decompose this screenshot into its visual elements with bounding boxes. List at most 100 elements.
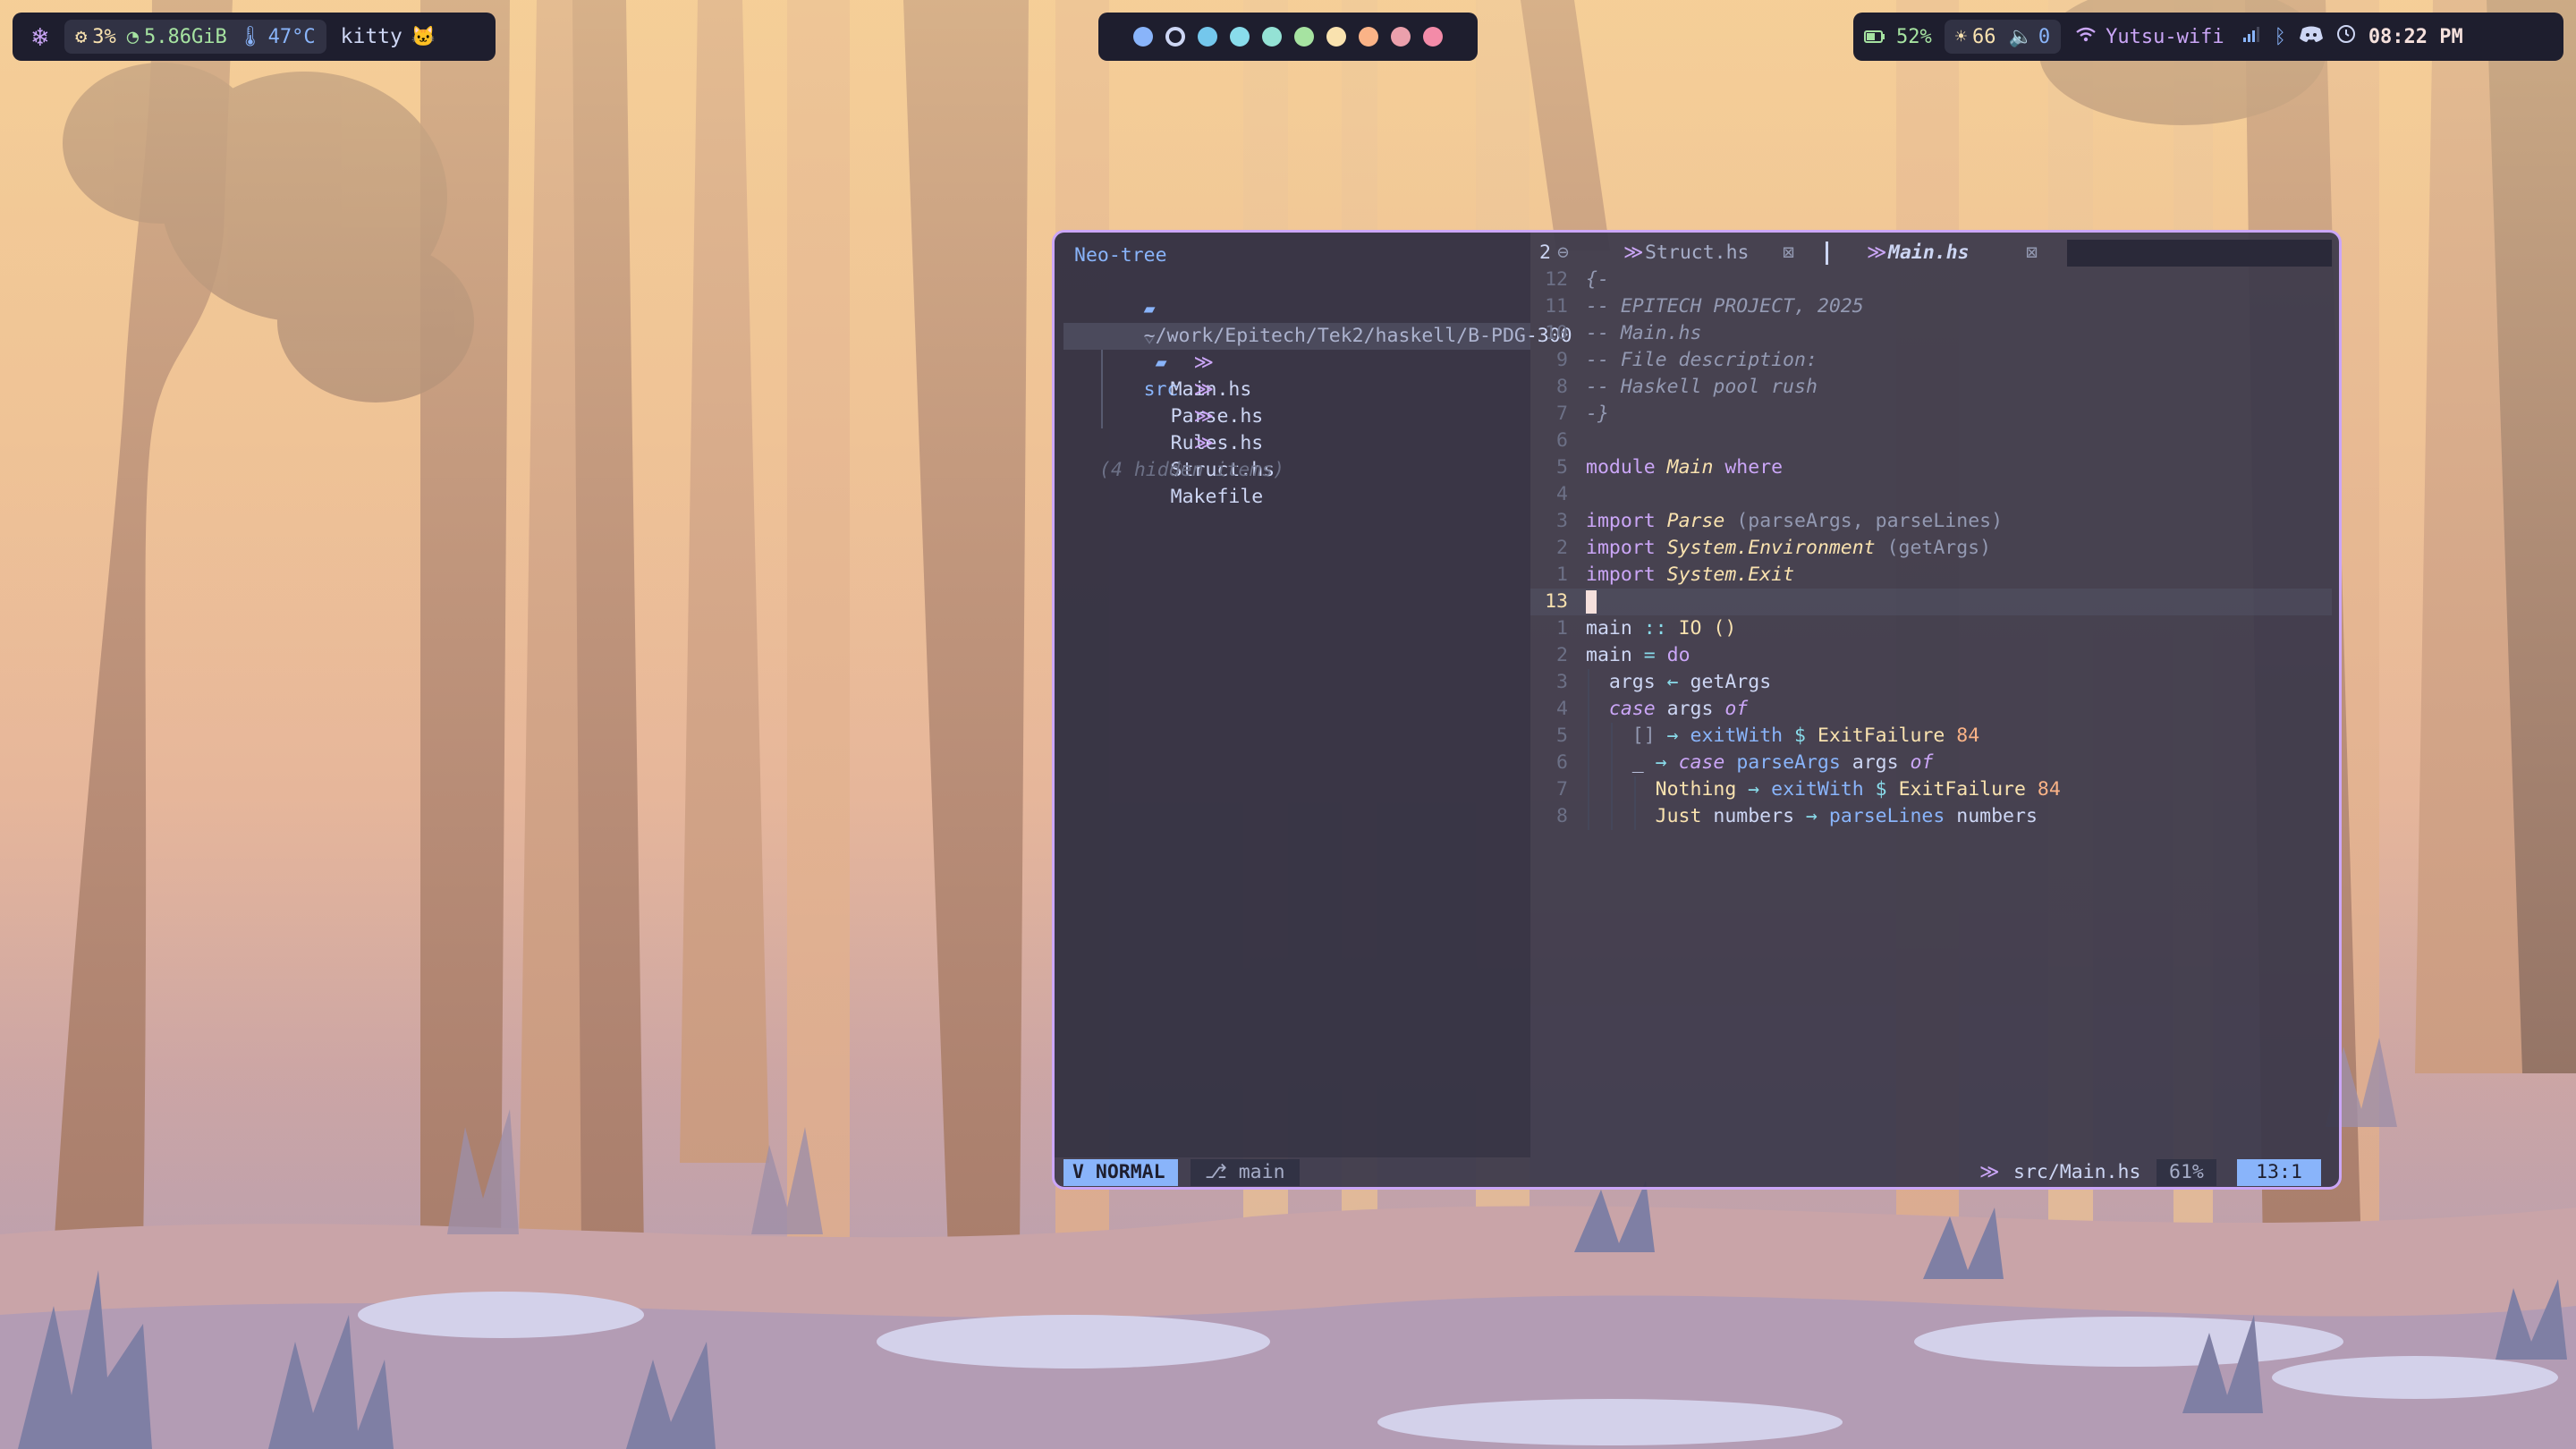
system-stats: ⚙ 3% ◔ 5.86GiB 🌡 47°C (64, 20, 326, 54)
kitty-terminal-window[interactable]: Neo-tree ▰ ~/work/Epitech/Tek2/haskell/B… (1052, 230, 2342, 1190)
buffer-count: 2 (1539, 242, 1551, 264)
line-number: 5 (1556, 456, 1568, 479)
line-number: 7 (1556, 778, 1568, 801)
discord-icon[interactable] (2299, 25, 2324, 48)
wifi-icon[interactable] (2075, 26, 2097, 48)
branch-name: main (1238, 1161, 1285, 1183)
neo-tree-panel[interactable]: Neo-tree ▰ ~/work/Epitech/Tek2/haskell/B… (1055, 233, 1572, 1157)
cursor-position: 13:1 (2237, 1159, 2321, 1186)
haskell-icon: ≫ (1979, 1161, 2000, 1183)
code-main-signature: main :: IO () (1586, 617, 1737, 640)
bluetooth-icon[interactable]: ᛒ (2275, 26, 2286, 48)
line-number: 2 (1556, 644, 1568, 666)
workspace-4[interactable] (1230, 27, 1250, 47)
tab-main-active[interactable]: Main.hs (1888, 240, 1970, 267)
cpu-icon: ⚙ (75, 25, 88, 48)
code-import-line: import System.Exit (1586, 564, 1795, 586)
current-line-number: 13 (1545, 590, 1568, 613)
code-comment: {- (1586, 268, 1609, 291)
volume-icon: 🔈 (2008, 25, 2033, 48)
code-comment: -- File description: (1586, 349, 1818, 371)
signal-icon (2242, 25, 2262, 48)
status-filename: src/Main.hs (2013, 1161, 2141, 1183)
line-number: 4 (1556, 698, 1568, 720)
tab-struct[interactable]: Struct.hs (1645, 240, 1750, 267)
line-number: 6 (1556, 751, 1568, 774)
git-branch: ⎇ main (1191, 1159, 1300, 1186)
line-number: 4 (1556, 483, 1568, 505)
tree-root[interactable]: ▰ ~/work/Epitech/Tek2/haskell/B-PDG-300 (1074, 269, 1572, 347)
code-line: [] → exitWith $ ExitFailure 84 (1631, 724, 1980, 747)
editor-pane[interactable]: 2 ⊖ ≫ Struct.hs ⊠ ≫ Main.hs ⊠ 12 11 10 9… (1530, 233, 2339, 1157)
cpu-usage: 3% (92, 25, 116, 48)
code-comment: -- Main.hs (1586, 322, 1702, 344)
code-comment: -- EPITECH PROJECT, 2025 (1586, 295, 1864, 318)
line-number: 3 (1556, 510, 1568, 532)
mode-label: NORMAL (1095, 1161, 1165, 1183)
workspace-2-active[interactable] (1165, 27, 1185, 47)
code-main-definition: main = do (1586, 644, 1690, 666)
line-number: 3 (1556, 671, 1568, 693)
cat-icon: 🐱 (411, 25, 436, 48)
haskell-icon: ≫ (1867, 242, 1887, 264)
haskell-icon: ≫ (1623, 242, 1644, 264)
code-import-line: import Parse (parseArgs, parseLines) (1586, 510, 2004, 532)
workspace-5[interactable] (1262, 27, 1282, 47)
brightness-icon: ☀ (1954, 25, 1967, 48)
battery-icon (1864, 30, 1889, 43)
code-line: case args of (1608, 698, 1749, 720)
line-number: 11 (1545, 295, 1568, 318)
tree-hidden-items[interactable]: (4 hidden items) (1099, 457, 1284, 484)
clock-time[interactable]: 08:22 PM (2368, 26, 2463, 48)
tab-separator (1826, 242, 1828, 265)
vim-icon: V (1072, 1161, 1084, 1183)
memory-icon: ◔ (126, 25, 139, 48)
cursorline (1530, 589, 2332, 615)
text-cursor (1586, 590, 1597, 614)
code-line: Nothing → exitWith $ ExitFailure 84 (1655, 778, 2061, 801)
wifi-name[interactable]: Yutsu-wifi (2106, 26, 2224, 48)
tabline-fill (2067, 240, 2332, 267)
tree-file-parse[interactable]: ≫ Parse.hs (1101, 350, 1264, 428)
code-line: Just numbers → parseLines numbers (1655, 805, 2038, 827)
tree-folder-src[interactable]: ⌄ ▰ src (1074, 296, 1179, 401)
line-number: 2 (1556, 537, 1568, 559)
brightness-level[interactable]: 66 (1972, 26, 1996, 48)
scroll-percent: 61% (2157, 1159, 2216, 1186)
clock-icon (2336, 24, 2356, 49)
topbar-right: 52% ☀ 66 🔈 0 Yutsu-wifi ᛒ 08:22 PM (1853, 13, 2563, 61)
temperature: 47°C (267, 25, 316, 48)
tree-file-label: Makefile (1170, 486, 1264, 508)
line-number: 12 (1545, 268, 1568, 291)
close-icon[interactable]: ⊠ (1783, 240, 1794, 267)
workspace-1[interactable] (1133, 27, 1153, 47)
line-number: 1 (1556, 564, 1568, 586)
neo-tree-title: Neo-tree (1074, 244, 1167, 267)
volume-level[interactable]: 0 (2038, 26, 2050, 48)
code-comment: -- Haskell pool rush (1586, 376, 1818, 398)
line-number: 9 (1556, 349, 1568, 371)
workspace-3[interactable] (1198, 27, 1217, 47)
workspace-indicator (1098, 13, 1478, 61)
tree-file-rules[interactable]: ≫ Rules.hs (1101, 377, 1264, 454)
bufferline: 2 ⊖ ≫ Struct.hs ⊠ ≫ Main.hs ⊠ (1530, 240, 2339, 267)
tree-file-makefile[interactable]: ♡ Makefile (1101, 430, 1264, 508)
tree-file-struct[interactable]: ≫ Struct.hs (1101, 403, 1275, 481)
close-circle-icon[interactable]: ⊖ (1557, 240, 1569, 267)
tree-file-main[interactable]: ≫ Main.hs (1101, 323, 1252, 401)
mode-indicator: V NORMAL (1063, 1159, 1178, 1186)
nixos-snowflake-icon[interactable]: ❄ (25, 21, 55, 53)
workspace-6[interactable] (1294, 27, 1314, 47)
code-module-line: module Main where (1586, 456, 1784, 479)
workspace-9[interactable] (1391, 27, 1411, 47)
workspace-8[interactable] (1359, 27, 1378, 47)
line-number: 8 (1556, 805, 1568, 827)
workspace-7[interactable] (1326, 27, 1346, 47)
workspace-10[interactable] (1423, 27, 1443, 47)
code-line: _ → case parseArgs args of (1631, 751, 1934, 774)
line-number: 6 (1556, 429, 1568, 452)
memory-usage: 5.86GiB (144, 25, 227, 48)
git-branch-icon: ⎇ (1205, 1161, 1227, 1183)
close-icon[interactable]: ⊠ (2026, 240, 2038, 267)
active-app-title: kitty (340, 25, 402, 48)
